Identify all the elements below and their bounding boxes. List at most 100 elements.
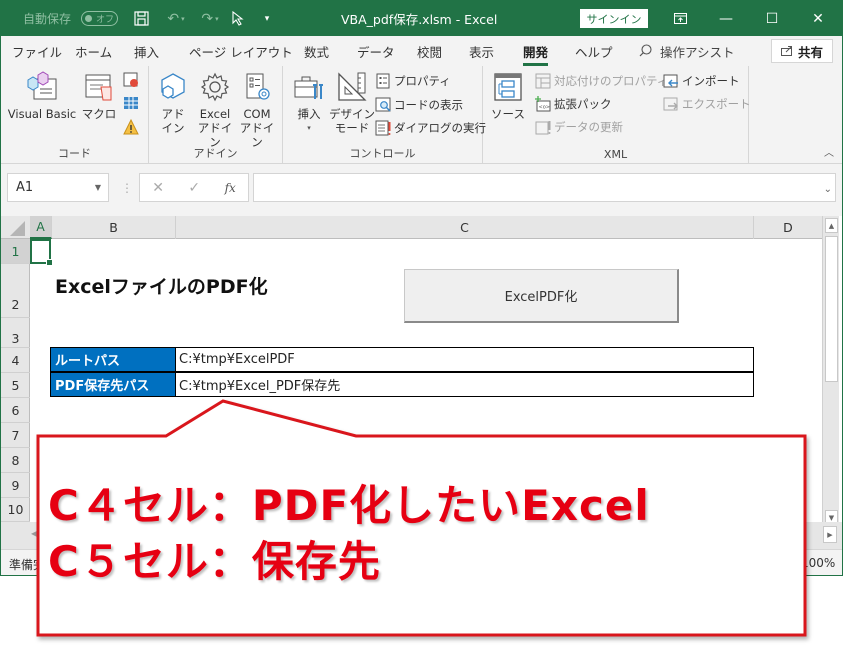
refresh-data-label: データの更新 xyxy=(554,120,623,134)
refresh-data-icon xyxy=(535,119,551,135)
tab-formulas[interactable]: 数式 xyxy=(304,42,329,61)
redo-icon[interactable]: ↷ ▾ xyxy=(195,9,225,28)
tab-page-layout[interactable]: ページ レイアウト xyxy=(189,42,293,61)
row-header-6[interactable]: 6 xyxy=(1,398,30,423)
tell-me-search[interactable]: 操作アシスト xyxy=(639,42,735,61)
minimize-icon[interactable]: — xyxy=(703,1,749,36)
formula-bar-splitter[interactable]: ⋮ xyxy=(121,181,133,195)
insert-control-button[interactable]: 挿入 ▾ xyxy=(291,70,327,135)
export-icon xyxy=(663,96,679,112)
autosave-label: 自動保存 xyxy=(23,12,72,26)
share-label: 共有 xyxy=(797,44,823,60)
name-box[interactable]: A1 ▼ xyxy=(7,173,109,202)
tab-review[interactable]: 校閲 xyxy=(417,42,442,61)
ribbon-display-options-icon[interactable] xyxy=(657,1,703,36)
row-header-2[interactable]: 2 xyxy=(1,264,30,318)
properties-label: プロパティ xyxy=(394,74,451,88)
share-button[interactable]: 共有 xyxy=(771,39,833,63)
visual-basic-button[interactable]: Visual Basic xyxy=(7,70,77,121)
scroll-up-icon[interactable]: ▲ xyxy=(825,218,838,233)
column-header-a[interactable]: A xyxy=(30,216,52,239)
xml-export-button[interactable]: エクスポート xyxy=(663,94,751,114)
row-header-7[interactable]: 7 xyxy=(1,423,30,448)
insert-function-icon[interactable]: fx xyxy=(225,181,236,195)
com-addins-button[interactable]: COM アドイン xyxy=(237,70,277,149)
tab-file[interactable]: ファイル xyxy=(12,42,62,61)
row-header-3[interactable]: 3 xyxy=(1,318,30,348)
ribbon-group-code: Visual Basic マクロ コード xyxy=(1,66,149,164)
excel-addins-button[interactable]: Excel アドイン xyxy=(195,70,235,149)
addins-button[interactable]: アド イン xyxy=(157,70,189,135)
view-code-button[interactable]: コードの表示 xyxy=(375,95,463,115)
save-path-label-cell[interactable]: PDF保存先パス xyxy=(51,373,176,396)
vertical-scrollbar[interactable]: ▲ ▼ xyxy=(822,216,839,525)
excel-pdf-macro-button[interactable]: ExcelPDF化 xyxy=(404,269,679,323)
row-header-4[interactable]: 4 xyxy=(1,348,30,373)
save-path-value-cell[interactable]: C:¥tmp¥Excel_PDF保存先 xyxy=(176,373,753,396)
design-mode-button[interactable]: デザイン モード xyxy=(329,70,375,135)
tab-developer[interactable]: 開発 xyxy=(523,42,549,66)
row-header-1[interactable]: 1 xyxy=(1,239,30,264)
customize-qat-icon[interactable]: ▾ xyxy=(261,9,273,28)
maximize-icon[interactable]: ☐ xyxy=(749,1,795,36)
addins-label-1: アド xyxy=(161,107,185,121)
zoom-level[interactable]: 100% xyxy=(801,556,835,570)
column-header-d[interactable]: D xyxy=(754,216,822,239)
vertical-scroll-thumb[interactable] xyxy=(825,236,838,382)
autosave-toggle[interactable]: オフ xyxy=(81,11,118,26)
table-icon xyxy=(123,95,139,111)
collapse-ribbon-icon[interactable]: ︿ xyxy=(824,144,834,159)
row-header-10[interactable]: 10 xyxy=(1,498,30,522)
close-icon[interactable]: ✕ xyxy=(795,1,841,36)
com-addins-label-1: COM xyxy=(243,107,271,121)
cancel-icon[interactable]: ✕ xyxy=(152,180,164,196)
row-header-9[interactable]: 9 xyxy=(1,473,30,498)
group-label-xml: XML xyxy=(603,148,628,161)
callout-line-2: C５セル：保存先 xyxy=(48,537,381,586)
row-header-8[interactable]: 8 xyxy=(1,448,30,473)
save-icon[interactable] xyxy=(132,9,150,28)
tab-home[interactable]: ホーム xyxy=(75,42,112,61)
expand-formula-bar-icon[interactable]: ⌄ xyxy=(824,184,832,195)
scroll-right-icon[interactable]: ▶ xyxy=(823,526,837,543)
xml-import-button[interactable]: インポート xyxy=(663,71,740,91)
ribbon-group-controls: 挿入 ▾ デザイン モード プロパティ コードの表示 ダイアログの実行 コントロ… xyxy=(283,66,486,164)
macro-button[interactable]: マクロ xyxy=(81,70,117,121)
scroll-left-icon[interactable]: ◀ xyxy=(31,529,37,538)
record-macro-button[interactable] xyxy=(123,70,139,90)
run-dialog-label: ダイアログの実行 xyxy=(394,121,486,135)
tab-insert[interactable]: 挿入 xyxy=(134,42,159,61)
map-properties-button[interactable]: 対応付けのプロパティ xyxy=(535,71,668,91)
undo-icon[interactable]: ↶ ▾ xyxy=(161,9,191,28)
select-all-corner[interactable] xyxy=(1,216,30,239)
sheet-title-cell: ExcelファイルのPDF化 xyxy=(55,276,268,298)
active-cell-a1[interactable] xyxy=(30,239,53,266)
formula-buttons: ✕ ✓ fx xyxy=(139,173,249,202)
callout-text: C４セル：PDF化したいExcel C５セル：保存先 xyxy=(48,478,650,590)
name-box-dropdown-icon[interactable]: ▼ xyxy=(95,183,101,192)
root-path-value-cell[interactable]: C:¥tmp¥ExcelPDF xyxy=(176,348,753,371)
enter-icon[interactable]: ✓ xyxy=(188,180,200,196)
root-path-label-cell[interactable]: ルートパス xyxy=(51,348,176,371)
name-box-value: A1 xyxy=(16,180,34,195)
triangle-ruler-icon xyxy=(335,70,369,104)
signin-button[interactable]: サインイン xyxy=(580,9,648,28)
tab-data[interactable]: データ xyxy=(357,42,395,61)
column-header-b[interactable]: B xyxy=(52,216,176,239)
tab-help[interactable]: ヘルプ xyxy=(575,42,613,61)
macro-security-button[interactable] xyxy=(123,117,139,137)
properties-button[interactable]: プロパティ xyxy=(375,71,451,91)
warning-icon xyxy=(123,119,139,135)
relative-reference-button[interactable] xyxy=(123,93,139,113)
formula-input[interactable] xyxy=(253,173,836,202)
tab-view[interactable]: 表示 xyxy=(469,42,494,61)
row-header-5[interactable]: 5 xyxy=(1,373,30,398)
view-code-label: コードの表示 xyxy=(394,98,463,112)
pointer-icon[interactable] xyxy=(230,9,246,28)
column-header-c[interactable]: C xyxy=(176,216,754,239)
expansion-packs-button[interactable]: <o> 拡張パック xyxy=(535,94,612,114)
refresh-data-button[interactable]: データの更新 xyxy=(535,117,623,137)
xml-source-button[interactable]: ソース xyxy=(491,70,525,121)
svg-text:<o>: <o> xyxy=(539,105,550,111)
run-dialog-button[interactable]: ダイアログの実行 xyxy=(375,118,486,138)
